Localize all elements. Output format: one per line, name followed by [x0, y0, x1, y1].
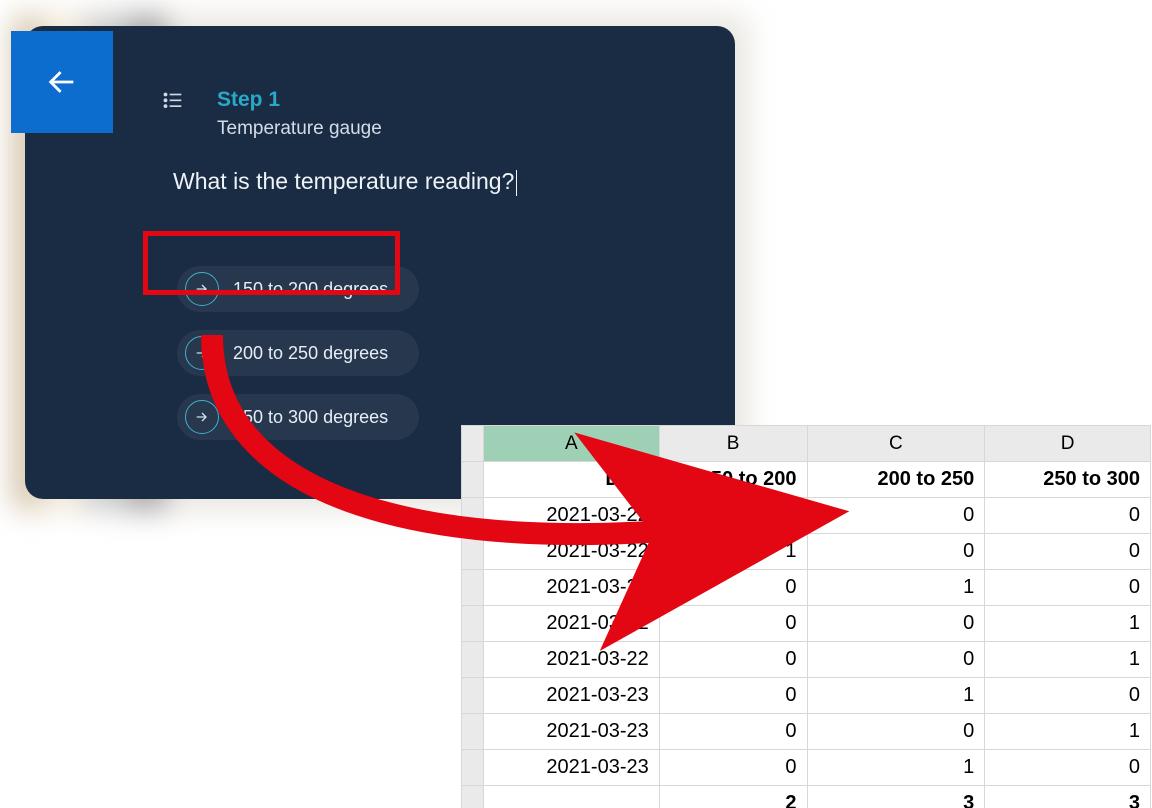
- cell[interactable]: 1: [659, 498, 807, 534]
- cell[interactable]: 0: [985, 750, 1151, 786]
- cell[interactable]: 0: [807, 642, 985, 678]
- cell[interactable]: [483, 786, 659, 808]
- arrow-right-icon: [185, 400, 219, 434]
- cell-total[interactable]: 3: [985, 786, 1151, 808]
- cell-date[interactable]: 2021-03-23: [483, 750, 659, 786]
- option-list: 150 to 200 degrees 200 to 250 degrees 25…: [177, 266, 419, 458]
- col-header-D[interactable]: D: [985, 426, 1151, 462]
- row-header[interactable]: [462, 570, 484, 606]
- cell[interactable]: 0: [985, 534, 1151, 570]
- cell[interactable]: 0: [985, 570, 1151, 606]
- cell[interactable]: 0: [659, 714, 807, 750]
- cell[interactable]: 0: [985, 498, 1151, 534]
- corner-cell[interactable]: [462, 426, 484, 462]
- cell[interactable]: 1: [807, 570, 985, 606]
- col-header-C[interactable]: C: [807, 426, 985, 462]
- row-header[interactable]: [462, 462, 484, 498]
- table-row: 2021-03-22010: [462, 570, 1151, 606]
- table-row: 2021-03-23001: [462, 714, 1151, 750]
- row-header[interactable]: [462, 678, 484, 714]
- cell[interactable]: 0: [659, 750, 807, 786]
- table-row: 2021-03-23010: [462, 678, 1151, 714]
- cell[interactable]: 1: [659, 534, 807, 570]
- cell-date[interactable]: 2021-03-22: [483, 534, 659, 570]
- header-150-200[interactable]: 150 to 200: [659, 462, 807, 498]
- cell[interactable]: 0: [807, 714, 985, 750]
- cell[interactable]: 1: [807, 750, 985, 786]
- cell[interactable]: 0: [807, 534, 985, 570]
- row-header[interactable]: [462, 750, 484, 786]
- cell-date[interactable]: 2021-03-22: [483, 570, 659, 606]
- back-button[interactable]: [11, 31, 113, 133]
- row-header[interactable]: [462, 606, 484, 642]
- cell-total[interactable]: 2: [659, 786, 807, 808]
- cell-total[interactable]: 3: [807, 786, 985, 808]
- option-label: 200 to 250 degrees: [233, 343, 388, 364]
- row-header[interactable]: [462, 498, 484, 534]
- cell[interactable]: 1: [985, 642, 1151, 678]
- option-150-200[interactable]: 150 to 200 degrees: [177, 266, 419, 312]
- cell[interactable]: 0: [985, 678, 1151, 714]
- cell[interactable]: 1: [807, 678, 985, 714]
- header-250-300[interactable]: 250 to 300: [985, 462, 1151, 498]
- cell[interactable]: 0: [807, 498, 985, 534]
- cell-date[interactable]: 2021-03-22: [483, 498, 659, 534]
- cell[interactable]: 0: [659, 606, 807, 642]
- cell-date[interactable]: 2021-03-23: [483, 714, 659, 750]
- arrow-right-icon: [185, 336, 219, 370]
- col-header-B[interactable]: B: [659, 426, 807, 462]
- cell[interactable]: 0: [807, 606, 985, 642]
- spreadsheet[interactable]: A B C D Date 150 to 200 200 to 250 250 t…: [461, 425, 1151, 808]
- step-subtitle: Temperature gauge: [217, 118, 382, 140]
- cell[interactable]: 1: [985, 606, 1151, 642]
- col-header-A[interactable]: A: [483, 426, 659, 462]
- cell[interactable]: 0: [659, 570, 807, 606]
- table-row: 2021-03-22100: [462, 534, 1151, 570]
- table-row: 2021-03-22100: [462, 498, 1151, 534]
- totals-row: 233: [462, 786, 1151, 808]
- cell-date[interactable]: 2021-03-23: [483, 678, 659, 714]
- option-250-300[interactable]: 250 to 300 degrees: [177, 394, 419, 440]
- row-header[interactable]: [462, 534, 484, 570]
- arrow-right-icon: [185, 272, 219, 306]
- table-row: 2021-03-23010: [462, 750, 1151, 786]
- header-row: Date 150 to 200 200 to 250 250 to 300: [462, 462, 1151, 498]
- table-row: 2021-03-22001: [462, 606, 1151, 642]
- step-title: Step 1: [217, 88, 280, 112]
- steps-list-icon[interactable]: [163, 92, 183, 110]
- cell-date[interactable]: 2021-03-22: [483, 642, 659, 678]
- text-caret: [516, 170, 517, 196]
- column-letters-row: A B C D: [462, 426, 1151, 462]
- header-date[interactable]: Date: [483, 462, 659, 498]
- header-200-250[interactable]: 200 to 250: [807, 462, 985, 498]
- option-200-250[interactable]: 200 to 250 degrees: [177, 330, 419, 376]
- row-header[interactable]: [462, 714, 484, 750]
- row-header[interactable]: [462, 786, 484, 808]
- step-question[interactable]: What is the temperature reading?: [173, 168, 517, 196]
- arrow-left-icon: [45, 65, 79, 99]
- row-header[interactable]: [462, 642, 484, 678]
- cell-date[interactable]: 2021-03-22: [483, 606, 659, 642]
- cell[interactable]: 0: [659, 678, 807, 714]
- option-label: 150 to 200 degrees: [233, 279, 388, 300]
- option-label: 250 to 300 degrees: [233, 407, 388, 428]
- cell[interactable]: 1: [985, 714, 1151, 750]
- table-row: 2021-03-22001: [462, 642, 1151, 678]
- cell[interactable]: 0: [659, 642, 807, 678]
- question-text: What is the temperature reading?: [173, 168, 514, 194]
